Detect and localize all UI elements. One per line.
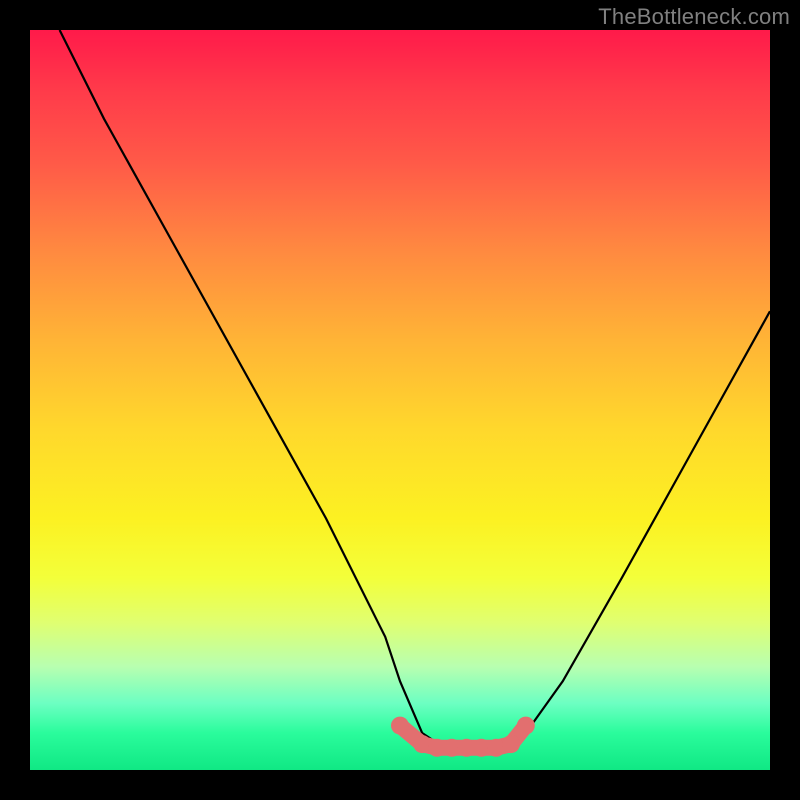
- bottleneck-curve-line: [60, 30, 770, 748]
- optimal-range-dot: [391, 717, 409, 735]
- optimal-range-dots: [391, 717, 535, 757]
- optimal-range-dot: [502, 735, 520, 753]
- bottleneck-curve-plot: [30, 30, 770, 770]
- optimal-range-dot: [517, 717, 535, 735]
- watermark-text: TheBottleneck.com: [598, 4, 790, 30]
- chart-frame: TheBottleneck.com: [0, 0, 800, 800]
